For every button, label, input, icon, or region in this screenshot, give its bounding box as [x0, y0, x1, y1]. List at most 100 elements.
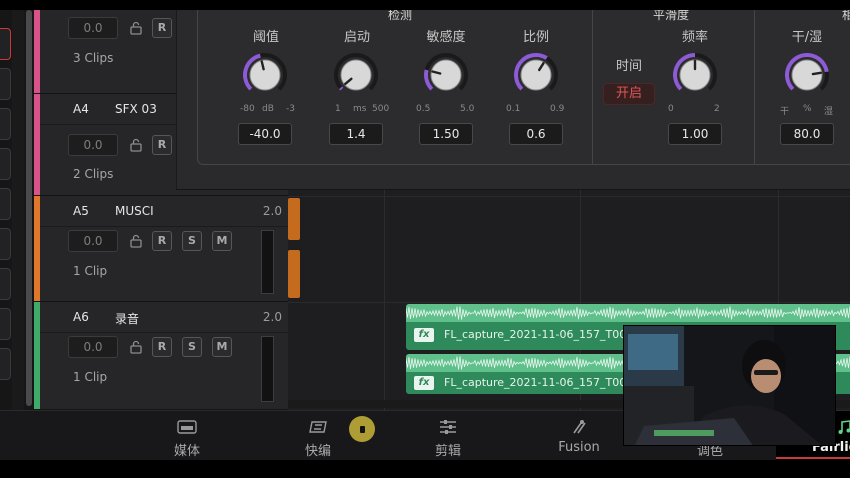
track-name[interactable]: MUSCI — [115, 204, 154, 218]
tool-button-3[interactable] — [0, 108, 11, 140]
mute-button[interactable]: M — [212, 337, 232, 357]
attack-knob[interactable] — [333, 52, 379, 98]
knob-body[interactable] — [520, 59, 552, 91]
track-volume-field[interactable]: 0.0 — [68, 17, 118, 39]
threshold-max: -3 — [286, 104, 295, 114]
track-a5[interactable]: A5 MUSCI 2.0 0.0 R S M 1 Clip — [34, 196, 288, 302]
tool-button-1[interactable] — [0, 28, 11, 60]
track-a6[interactable]: A6 录音 2.0 0.0 R S M 1 Clip — [34, 302, 288, 410]
record-arm-button[interactable]: R — [152, 231, 172, 251]
dynamics-frame: 检测 平滑度 相 阈值 -80 dB -3 -40.0 启动 1 ms 500 … — [197, 10, 850, 165]
clip-name: FL_capture_2021-11-06_157_T00 — [444, 328, 627, 341]
track-level-meter — [261, 230, 274, 294]
track-volume-field[interactable]: 0.0 — [68, 230, 118, 252]
frequency-min: 0 — [668, 104, 674, 114]
knob-body[interactable] — [791, 59, 823, 91]
track-name[interactable]: SFX 03 — [115, 102, 157, 116]
tool-button-2[interactable] — [0, 68, 11, 100]
track-id: A5 — [73, 204, 89, 218]
track-header[interactable]: A5 MUSCI 2.0 — [40, 196, 288, 227]
nav-media[interactable]: 媒体 — [122, 411, 252, 460]
solo-button[interactable]: S — [182, 231, 202, 251]
clip-count: 1 Clip — [73, 264, 108, 278]
sensitivity-value-field[interactable]: 1.50 — [419, 123, 473, 145]
tool-button-9[interactable] — [0, 348, 11, 380]
drywet-knob[interactable] — [784, 52, 830, 98]
lock-icon[interactable] — [129, 21, 143, 35]
drywet-value-field[interactable]: 80.0 — [780, 123, 834, 145]
fairlight-workspace: 0.0 R 3 Clips A4 SFX 03 0.0 R 2 Clips A5… — [0, 10, 850, 460]
clip-count: 1 Clip — [73, 370, 108, 384]
nav-edit-label: 剪辑 — [434, 444, 461, 459]
mute-button[interactable]: M — [212, 231, 232, 251]
ratio-knob[interactable] — [513, 52, 559, 98]
fx-badge[interactable]: fx — [414, 376, 434, 390]
track-scrollbar-thumb[interactable] — [26, 10, 32, 406]
drywet-unit: % — [803, 104, 812, 114]
cut-icon — [309, 421, 327, 433]
track-volume-field[interactable]: 0.0 — [68, 134, 118, 156]
frequency-knob[interactable] — [672, 52, 718, 98]
record-arm-button[interactable]: R — [152, 135, 172, 155]
solo-button[interactable]: S — [182, 337, 202, 357]
lock-icon[interactable] — [129, 340, 143, 354]
clip-count: 3 Clips — [73, 51, 114, 65]
threshold-unit: dB — [262, 104, 274, 114]
knob-body[interactable] — [249, 59, 281, 91]
track-name[interactable]: 录音 — [115, 310, 139, 327]
webcam-overlay — [623, 325, 836, 446]
media-icon — [177, 420, 197, 434]
ratio-max: 0.9 — [550, 104, 565, 114]
track-volume-field[interactable]: 0.0 — [68, 336, 118, 358]
attack-value-field[interactable]: 1.4 — [329, 123, 383, 145]
sensitivity-min: 0.5 — [416, 104, 431, 114]
tool-button-4[interactable] — [0, 148, 11, 180]
section-separator — [754, 10, 755, 165]
attack-unit: ms — [353, 104, 367, 114]
threshold-knob[interactable] — [242, 52, 288, 98]
track-color-bar — [34, 10, 40, 93]
drywet-label: 干/湿 — [791, 30, 823, 45]
attack-label: 启动 — [343, 30, 370, 45]
track-header[interactable]: A6 录音 2.0 — [40, 302, 288, 333]
edit-icon — [440, 420, 456, 434]
track-scrollbar[interactable] — [24, 10, 34, 410]
frequency-label: 频率 — [681, 30, 708, 45]
ratio-min: 0.1 — [506, 104, 521, 114]
sensitivity-knob[interactable] — [423, 52, 469, 98]
lock-icon[interactable] — [129, 138, 143, 152]
mouse-cursor-highlight — [349, 416, 375, 442]
timeline-row-divider — [288, 196, 850, 197]
knob-body[interactable] — [430, 59, 462, 91]
section-title-detect: 检测 — [388, 10, 413, 22]
music-clip[interactable] — [288, 198, 300, 240]
tool-button-5[interactable] — [0, 188, 11, 220]
clip-name: FL_capture_2021-11-06_157_T00 — [444, 376, 627, 389]
ratio-value-field[interactable]: 0.6 — [509, 123, 563, 145]
tool-button-7[interactable] — [0, 268, 11, 300]
clip-count: 2 Clips — [73, 167, 114, 181]
record-arm-button[interactable]: R — [152, 18, 172, 38]
nav-cut-label: 快编 — [304, 444, 331, 459]
record-arm-button[interactable]: R — [152, 337, 172, 357]
knob-level-arc — [339, 86, 344, 91]
knob-body[interactable] — [340, 59, 372, 91]
tool-button-6[interactable] — [0, 228, 11, 260]
attack-max: 500 — [372, 104, 390, 114]
fx-badge[interactable]: fx — [414, 328, 434, 342]
timeline-row-divider — [288, 302, 850, 303]
top-black-bar — [0, 0, 850, 10]
track-format: 2.0 — [262, 310, 282, 324]
waveform-shape — [406, 306, 850, 320]
frequency-value-field[interactable]: 1.00 — [668, 123, 722, 145]
left-tool-strip — [0, 10, 12, 410]
music-clip[interactable] — [288, 250, 300, 298]
time-toggle-button[interactable]: 开启 — [603, 83, 655, 105]
frequency-max: 2 — [714, 104, 720, 114]
nav-edit[interactable]: 剪辑 — [383, 411, 513, 460]
threshold-value-field[interactable]: -40.0 — [238, 123, 292, 145]
tool-button-8[interactable] — [0, 308, 11, 340]
lock-icon[interactable] — [129, 234, 143, 248]
sensitivity-label: 敏感度 — [426, 30, 466, 45]
section-separator — [592, 10, 593, 165]
